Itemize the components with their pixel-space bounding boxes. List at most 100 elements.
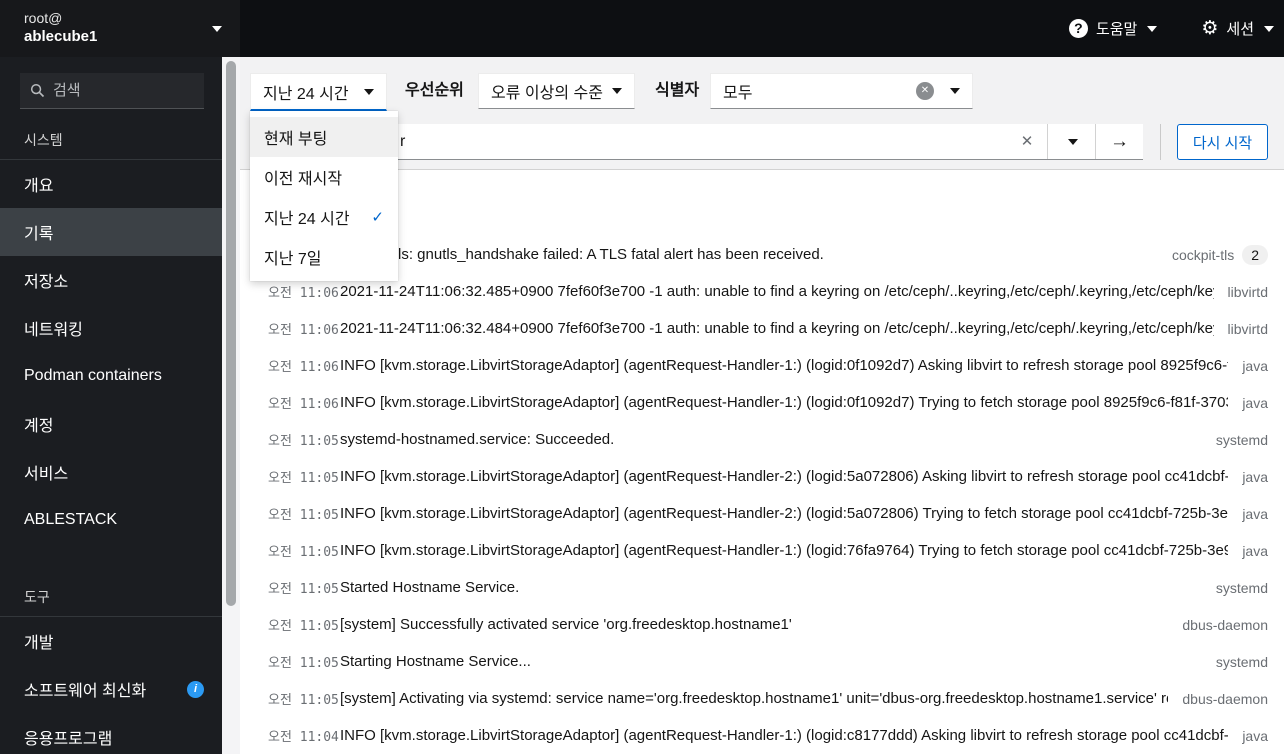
log-timestamp: 오전 11:04 [268,730,339,745]
sidebar-scrollbar[interactable] [222,57,240,754]
log-timestamp: 오전 11:05 [268,545,339,560]
chevron-down-icon [1147,25,1158,32]
priority-value: 오류 이상의 수준 [491,85,603,102]
sidebar-item-소프트웨어-최신화[interactable]: 소프트웨어 최신화 i [0,665,222,713]
masthead: root@ ablecube1 ? 도움말 ⚙ 세션 [0,0,1284,57]
caret-down-icon [612,88,622,94]
help-menu-label: 도움말 [1095,21,1138,38]
main-content: 지난 24 시간 우선순위 오류 이상의 수준 식별자 모두 ✕ ✕ → [240,57,1284,754]
sidebar-item-podman-containers[interactable]: Podman containers [0,352,222,400]
sidebar-item-label: 저장소 [24,274,69,291]
search-submit-button[interactable]: → [1095,124,1143,159]
log-message: INFO [kvm.storage.LibvirtStorageAdaptor]… [340,468,1229,485]
log-row[interactable]: 오전 11:06 2021-11-24T11:06:32.484+0900 7f… [240,310,1284,347]
sidebar-nav: 시스템 개요 기록 저장소 네트워킹 Podman containers 계정 … [0,115,222,754]
brand: root@ ablecube1 [24,10,210,46]
sidebar-item-저장소[interactable]: 저장소 [0,256,222,304]
log-service: systemd [1215,653,1268,670]
sidebar-item-label: Podman containers [24,367,162,384]
sidebar-item-개발[interactable]: 개발 [0,617,222,665]
dropdown-option-label: 현재 부팅 [264,131,328,148]
log-row[interactable]: 오전 11:05 INFO [kvm.storage.LibvirtStorag… [240,458,1284,495]
info-circle-icon: i [187,680,204,698]
log-row[interactable]: 오전 11:05 Starting Hostname Service... sy… [240,643,1284,680]
sidebar-item-서비스[interactable]: 서비스 [0,448,222,496]
log-service: cockpit-tls [1171,246,1235,263]
sidebar-item-계정[interactable]: 계정 [0,400,222,448]
sidebar-item-label: ABLESTACK [24,511,118,528]
log-row[interactable]: 오전 11:04 INFO [kvm.storage.LibvirtStorag… [240,717,1284,754]
log-message: INFO [kvm.storage.LibvirtStorageAdaptor]… [340,505,1229,522]
sidebar-search[interactable] [20,73,204,109]
sidebar-item-label: 개발 [24,635,54,652]
sidebar-item-label: 서비스 [24,466,69,483]
check-icon: ✓ [371,209,384,226]
log-row[interactable]: 오전 11:05 INFO [kvm.storage.LibvirtStorag… [240,532,1284,569]
help-menu[interactable]: ? 도움말 [1068,18,1158,39]
brand-hostname: ablecube1 [24,27,98,45]
nav-section-title: 시스템 [0,115,222,160]
dropdown-option-label: 지난 7일 [264,251,322,268]
clear-selection-icon[interactable]: ✕ [916,82,934,100]
sidebar-item-기록[interactable]: 기록 [0,208,222,256]
log-row[interactable]: 오전 11:05 systemd-hostnamed.service: Succ… [240,421,1284,458]
search-options-button[interactable] [1047,124,1095,159]
log-service: dbus-daemon [1182,616,1268,633]
dropdown-option[interactable]: 지난 7일 [250,237,398,277]
log-timestamp: 오전 11:05 [268,619,339,634]
log-message: ls: gnutls_handshake failed: A TLS fatal… [398,246,824,263]
toolbar-divider [1160,124,1161,160]
log-message: INFO [kvm.storage.LibvirtStorageAdaptor]… [340,727,1229,744]
log-service: dbus-daemon [1182,690,1268,707]
sidebar-search-input[interactable] [53,82,173,99]
dropdown-option-label: 지난 24 시간 [264,211,350,228]
log-timestamp: 오전 11:06 [268,286,339,301]
sidebar-item-label: 응용프로그램 [24,731,113,748]
log-message: 2021-11-24T11:06:32.485+0900 7fef60f3e70… [340,283,1214,300]
log-service: java [1242,505,1268,522]
caret-down-icon [1067,138,1078,145]
session-menu[interactable]: ⚙ 세션 [1201,18,1274,39]
dropdown-option[interactable]: 지난 24 시간 ✓ [250,197,398,237]
log-timestamp: 오전 11:05 [268,656,339,671]
log-row[interactable]: 오전 11:05 INFO [kvm.storage.LibvirtStorag… [240,495,1284,532]
chevron-down-icon [212,25,222,32]
priority-label: 우선순위 [405,82,464,99]
log-row[interactable]: 오전 11:05 [system] Activating via systemd… [240,680,1284,717]
log-row[interactable]: 오전 11:06 INFO [kvm.storage.LibvirtStorag… [240,384,1284,421]
arrow-right-icon: → [1110,130,1129,152]
log-timestamp: 오전 11:06 [268,360,339,375]
log-timestamp: 오전 11:05 [268,434,339,449]
gear-icon: ⚙ [1201,18,1219,39]
log-count-badge: 2 [1242,244,1268,265]
sidebar-scrollbar-thumb[interactable] [226,61,236,606]
identifier-select[interactable]: 모두 ✕ [710,73,973,109]
log-message: Started Hostname Service. [340,579,520,596]
question-circle-icon: ? [1068,19,1088,38]
log-row[interactable]: 오전 11:05 [system] Successfully activated… [240,606,1284,643]
sidebar-item-개요[interactable]: 개요 [0,160,222,208]
priority-select[interactable]: 오류 이상의 수준 [478,73,635,109]
host-switcher[interactable]: root@ ablecube1 [0,0,240,57]
dropdown-option[interactable]: 이전 재시작 [250,157,398,197]
log-service: java [1242,727,1268,744]
clear-search-icon[interactable]: ✕ [1007,124,1047,160]
sidebar-item-네트워킹[interactable]: 네트워킹 [0,304,222,352]
log-row[interactable]: 오전 11:06 INFO [kvm.storage.LibvirtStorag… [240,347,1284,384]
dropdown-option-label: 이전 재시작 [264,171,343,188]
identifier-label: 식별자 [655,82,700,99]
log-timestamp: 오전 11:05 [268,471,339,486]
time-range-select[interactable]: 지난 24 시간 [250,73,387,111]
log-timestamp: 오전 11:05 [268,693,339,708]
log-row[interactable]: 오전 11:05 Started Hostname Service. syste… [240,569,1284,606]
log-service: java [1242,468,1268,485]
sidebar-item-ablestack[interactable]: ABLESTACK [0,496,222,544]
restart-button[interactable]: 다시 시작 [1177,124,1268,160]
caret-down-icon [364,88,374,95]
log-service: systemd [1215,431,1268,448]
log-service: java [1242,357,1268,374]
dropdown-option[interactable]: 현재 부팅 [250,117,398,157]
log-message: INFO [kvm.storage.LibvirtStorageAdaptor]… [340,394,1229,411]
sidebar-item-응용프로그램[interactable]: 응용프로그램 [0,713,222,754]
search-icon [30,83,45,98]
